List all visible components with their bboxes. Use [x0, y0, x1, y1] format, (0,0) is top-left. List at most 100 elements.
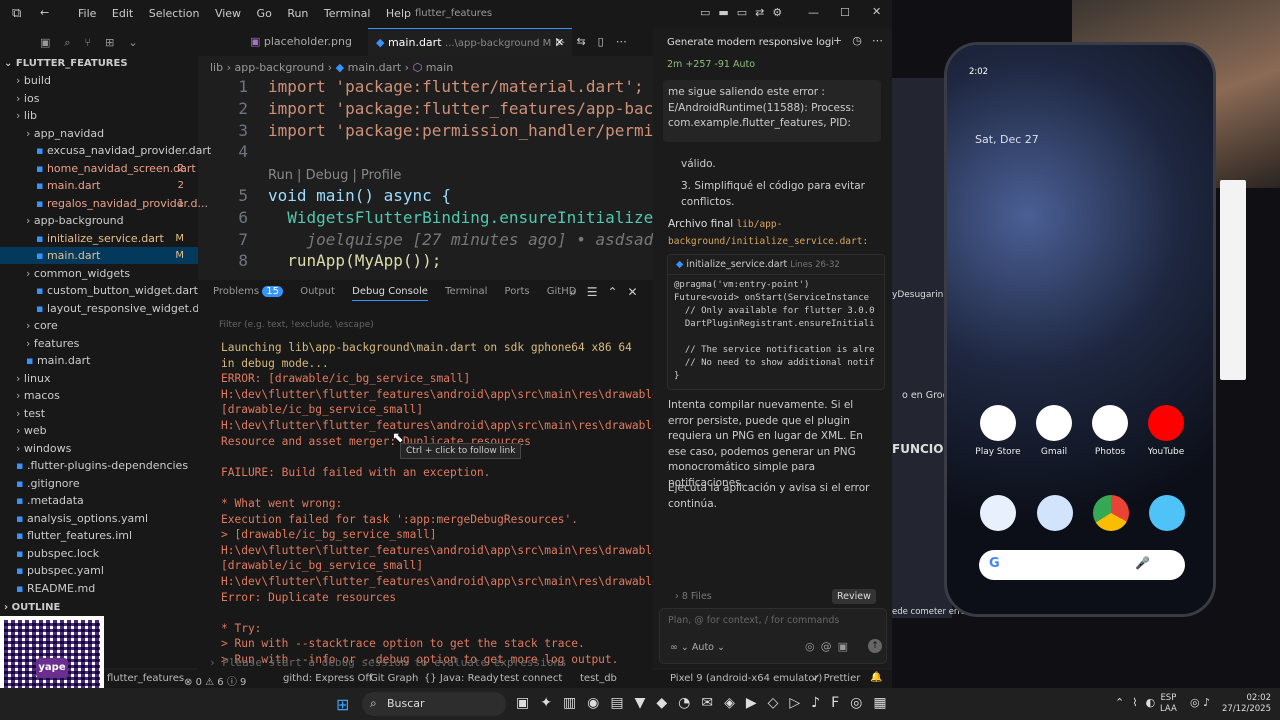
tree-folder[interactable]: › build: [0, 72, 198, 89]
close-icon[interactable]: ✕: [872, 5, 881, 18]
tab-terminal[interactable]: Terminal: [445, 286, 487, 297]
menu-help[interactable]: Help: [386, 7, 411, 20]
tree-file[interactable]: ▪ main.dart M: [0, 247, 198, 264]
code-block-file[interactable]: initialize_service.dart: [686, 259, 787, 270]
tree-file[interactable]: ▪ excusa_navidad_provider.dart: [0, 142, 211, 159]
tree-folder[interactable]: › app_navidad: [0, 125, 198, 142]
tab-placeholder-png[interactable]: ▣ placeholder.png: [242, 28, 360, 56]
menu-selection[interactable]: Selection: [149, 7, 200, 20]
tab-ports[interactable]: Ports: [505, 286, 530, 297]
tree-file[interactable]: ▪ layout_responsive_widget.dart: [0, 300, 215, 317]
google-search-bar[interactable]: G 🎤: [979, 550, 1185, 580]
tree-folder[interactable]: › windows: [0, 440, 198, 457]
tab-problems[interactable]: Problems 15: [213, 286, 284, 297]
tree-file[interactable]: ▪ flutter_features.iml: [0, 527, 198, 544]
gmail-app-icon[interactable]: [1036, 405, 1072, 441]
editor-actions[interactable]: ▷⇆▯⋯: [556, 35, 639, 48]
taskbar-search[interactable]: ⌕ Buscar: [362, 692, 506, 716]
panel-actions[interactable]: ⌕☰⌃✕: [570, 285, 648, 300]
tree-folder[interactable]: › features: [0, 335, 198, 352]
tree-file[interactable]: ▪ pubspec.yaml: [0, 562, 198, 579]
chrome-app-icon[interactable]: [1093, 495, 1129, 531]
minimize-icon[interactable]: —: [808, 6, 819, 19]
tree-file[interactable]: ▪ pubspec.lock: [0, 545, 198, 562]
photos-app-icon[interactable]: [1092, 405, 1128, 441]
tree-folder[interactable]: › macos: [0, 387, 198, 404]
explorer-root[interactable]: ⌄ FLUTTER_FEATURES: [4, 58, 128, 69]
chat-input-box[interactable]: Plan, @ for context, / for commands ∞ ⌄ …: [659, 608, 887, 664]
windows-start-icon[interactable]: ⊞: [336, 695, 349, 714]
messages-app-icon[interactable]: [1037, 495, 1073, 531]
tree-file[interactable]: ▪ .flutter-plugins-dependencies: [0, 457, 198, 474]
play-store-app-icon[interactable]: [980, 405, 1016, 441]
status-java[interactable]: {} Java: Ready: [424, 673, 499, 684]
debug-input[interactable]: › Please start a debug session to evalua…: [209, 656, 567, 669]
android-emulator[interactable]: 2:02 Sat, Dec 27 Play Store Gmail Photos Yo…: [944, 42, 1216, 617]
phone-app-icon[interactable]: [980, 495, 1016, 531]
status-problems[interactable]: ⊗ 0 ⚠ 6 ⓘ 9: [184, 673, 246, 688]
flutter-app-icon[interactable]: [1149, 495, 1185, 531]
send-icon[interactable]: ↑: [868, 639, 882, 653]
files-changed[interactable]: › 8 Files: [675, 591, 712, 602]
clock[interactable]: 02:02 27/12/2025: [1222, 693, 1271, 715]
tree-file[interactable]: ▪ analysis_options.yaml: [0, 510, 198, 527]
tree-file[interactable]: ▪ .metadata: [0, 492, 198, 509]
breadcrumb-item[interactable]: main: [426, 61, 453, 74]
breadcrumb-item[interactable]: app-background: [235, 61, 325, 74]
microphone-icon[interactable]: 🎤: [1135, 556, 1150, 570]
status-branch[interactable]: flutter_features: [107, 673, 184, 684]
chat-input-actions[interactable]: ◎@▣: [805, 640, 854, 653]
menu-file[interactable]: File: [78, 7, 96, 20]
tree-file[interactable]: ▪ .gitignore: [0, 475, 198, 492]
status-device[interactable]: Pixel 9 (android-x64 emulator): [670, 673, 822, 684]
layout-icons[interactable]: ▭▬▭⇄⚙: [700, 6, 790, 19]
status-test-db[interactable]: test_db: [580, 673, 617, 684]
tree-folder[interactable]: › linux: [0, 370, 198, 387]
tree-file[interactable]: ▪ home_navidad_screen.dart 2: [0, 160, 198, 177]
status-prettier[interactable]: ✓ Prettier: [812, 673, 860, 684]
user-message[interactable]: me sigue saliendo este error : E/Android…: [663, 80, 881, 142]
mode-selector[interactable]: ∞ ⌄ Auto ⌄: [670, 642, 725, 653]
tree-file[interactable]: ▪ regalos_navidad_provider.d... 1: [0, 195, 208, 212]
breadcrumb-item[interactable]: main.dart: [348, 61, 402, 74]
tree-file[interactable]: ▪ initialize_service.dart M: [0, 230, 198, 247]
menu-view[interactable]: View: [215, 7, 241, 20]
review-button[interactable]: Review: [832, 589, 876, 604]
bell-icon[interactable]: 🔔: [870, 672, 882, 683]
tree-folder[interactable]: › core: [0, 317, 198, 334]
tree-file[interactable]: ▪ custom_button_widget.dart: [0, 282, 198, 299]
tree-folder[interactable]: › app-background: [0, 212, 198, 229]
menu-go[interactable]: Go: [257, 7, 272, 20]
maximize-icon[interactable]: ☐: [840, 6, 850, 19]
status-test-connect[interactable]: test connect: [500, 673, 562, 684]
tree-folder[interactable]: › lib: [0, 107, 198, 124]
tree-file[interactable]: ▪ README.md: [0, 580, 198, 597]
console-filter-input[interactable]: Filter (e.g. text, !exclude, \escape): [219, 320, 374, 330]
tab-output[interactable]: Output: [300, 286, 335, 297]
status-gitgraph[interactable]: Git Graph: [370, 673, 418, 684]
tree-folder[interactable]: › ios: [0, 90, 198, 107]
tab-main-dart[interactable]: ◆ main.dart ...\app-background M ✕: [368, 28, 573, 56]
tray-icons[interactable]: ⌃⌇◐: [1115, 696, 1163, 709]
tree-folder[interactable]: › test: [0, 405, 198, 422]
menu-edit[interactable]: Edit: [112, 7, 133, 20]
breadcrumb-item[interactable]: lib: [210, 61, 223, 74]
back-arrow-icon[interactable]: ←: [40, 6, 49, 19]
menu-run[interactable]: Run: [287, 7, 308, 20]
sidebar-toolbar-icons[interactable]: ▣⌕⑂⊞⌄: [40, 36, 152, 50]
tab-debug-console[interactable]: Debug Console: [352, 286, 428, 301]
tree-file[interactable]: ▪ main.dart: [0, 352, 198, 369]
tree-folder[interactable]: › web: [0, 422, 198, 439]
youtube-app-icon[interactable]: [1148, 405, 1184, 441]
tree-folder[interactable]: › common_widgets: [0, 265, 198, 282]
outline-section[interactable]: › OUTLINE: [4, 602, 60, 613]
emulator-toolbar[interactable]: [1220, 180, 1246, 380]
code-editor[interactable]: 1 import 'package:flutter/material.dart';…: [198, 76, 672, 276]
tree-file[interactable]: ▪ main.dart 2: [0, 177, 198, 194]
chat-actions[interactable]: +◷⋯: [833, 34, 893, 47]
taskbar-pinned-apps[interactable]: ▣✦▥◉▤▼◆◔✉◈▶◇▷♪F◎▦: [516, 695, 898, 711]
input-language[interactable]: ESP LAA: [1160, 693, 1177, 715]
menu-terminal[interactable]: Terminal: [324, 7, 371, 20]
tray-network-icons[interactable]: ◎ ♪: [1190, 696, 1210, 709]
status-githd[interactable]: githd: Express Off: [283, 673, 372, 684]
